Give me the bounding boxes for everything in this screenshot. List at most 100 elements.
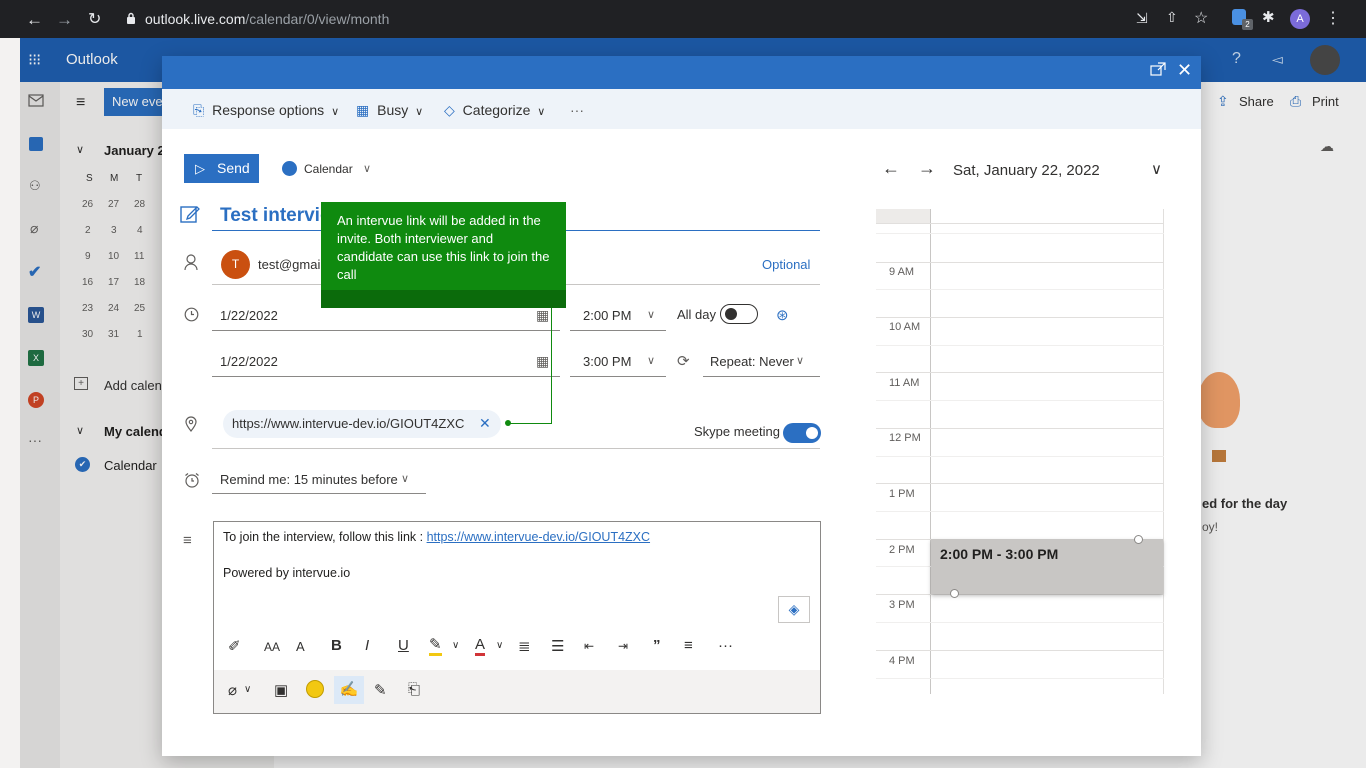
- end-time-input[interactable]: 3:00 PM: [583, 354, 631, 369]
- hour-label: 3 PM: [889, 599, 915, 611]
- highlight-icon[interactable]: ✎: [429, 637, 442, 656]
- grid-line: [876, 428, 1164, 429]
- premium-diamond-icon[interactable]: ◈: [778, 596, 810, 623]
- tooltip-footer: [321, 290, 566, 308]
- categorize-button[interactable]: ◇ Categorize ∨: [444, 100, 545, 120]
- hour-label: 1 PM: [889, 488, 915, 500]
- draw-icon[interactable]: ✎: [374, 681, 387, 699]
- event-resize-handle-bottom[interactable]: [950, 589, 959, 598]
- time-zone-icon[interactable]: ⊛: [776, 306, 789, 324]
- skype-meeting-toggle[interactable]: [783, 423, 821, 443]
- close-icon[interactable]: ✕: [1177, 60, 1192, 81]
- format-toolbar: ✐ AA A B I U ✎ ∨ A ∨ ≣ ☰ ⇤ ⇥ ” ≡ ···: [228, 637, 748, 659]
- underline-icon[interactable]: U: [398, 637, 409, 654]
- grid-half-line: [876, 678, 1164, 679]
- reminder-dropdown[interactable]: Remind me: 15 minutes before: [220, 472, 398, 487]
- hour-label: 10 AM: [889, 321, 921, 333]
- response-options-icon: ⎘: [193, 102, 205, 118]
- bold-icon[interactable]: B: [331, 637, 342, 654]
- response-options-button[interactable]: ⎘ Response options ∨: [193, 100, 339, 120]
- extensions-puzzle-icon[interactable]: ✱: [1262, 8, 1275, 26]
- calendar-selector[interactable]: Calendar: [304, 162, 353, 176]
- end-date-input[interactable]: 1/22/2022: [220, 354, 278, 369]
- send-icon: ▷: [195, 161, 205, 176]
- location-underline: [212, 448, 820, 449]
- tooltip-connector-dot: [505, 420, 511, 426]
- popout-icon[interactable]: [1150, 62, 1166, 76]
- loop-icon[interactable]: ⎗: [408, 681, 420, 698]
- optional-attendees-link[interactable]: Optional: [762, 257, 810, 272]
- start-time-chevron-icon[interactable]: ∨: [647, 308, 655, 321]
- repeat-dropdown[interactable]: Repeat: Never: [710, 354, 794, 369]
- browser-menu-icon[interactable]: ⋮: [1325, 8, 1341, 28]
- font-size-icon[interactable]: AA: [264, 640, 280, 654]
- dialog-titlebar: [162, 56, 1201, 89]
- address-bar[interactable]: outlook.live.com/calendar/0/view/month: [145, 6, 1073, 32]
- meeting-link[interactable]: https://www.intervue-dev.io/GIOUT4ZXC: [427, 530, 650, 544]
- extension-badge-icon[interactable]: 2: [1232, 9, 1253, 30]
- busy-button[interactable]: ▦ Busy ∨: [356, 100, 423, 120]
- italic-icon[interactable]: I: [365, 637, 369, 654]
- grid-line: [876, 317, 1164, 318]
- event-resize-handle-top[interactable]: [1134, 535, 1143, 544]
- end-time-underline: [570, 376, 666, 377]
- end-time-chevron-icon[interactable]: ∨: [647, 354, 655, 367]
- tooltip-connector-vertical: [551, 308, 552, 424]
- start-date-picker-icon[interactable]: ▦: [536, 307, 549, 324]
- all-day-toggle[interactable]: [720, 304, 758, 324]
- event-title-input[interactable]: Test intervie: [220, 205, 331, 227]
- more-options-button[interactable]: ···: [570, 100, 584, 120]
- profile-avatar[interactable]: A: [1290, 9, 1310, 29]
- end-date-picker-icon[interactable]: ▦: [536, 353, 549, 370]
- align-icon[interactable]: ≡: [684, 637, 693, 654]
- notes-icon: ≡: [183, 532, 192, 549]
- grid-line: [876, 483, 1164, 484]
- all-day-toggle-knob: [725, 308, 737, 320]
- all-day-label: All day: [677, 307, 717, 322]
- grid-half-line: [876, 400, 1164, 401]
- forward-icon[interactable]: →: [56, 10, 73, 30]
- highlight-chevron-icon[interactable]: ∨: [452, 640, 459, 651]
- emoji-icon[interactable]: [306, 680, 324, 698]
- next-day-icon[interactable]: →: [918, 158, 936, 179]
- share-page-icon[interactable]: ⇧: [1166, 9, 1178, 26]
- day-view-chevron-icon[interactable]: ∨: [1151, 160, 1162, 178]
- more-formatting-icon[interactable]: ···: [718, 637, 733, 654]
- prev-day-icon[interactable]: ←: [882, 158, 900, 179]
- install-icon[interactable]: ⇲: [1136, 10, 1148, 27]
- repeat-chevron-icon[interactable]: ∨: [796, 354, 804, 367]
- skype-meeting-label: Skype meeting: [694, 424, 780, 439]
- reload-icon[interactable]: ↻: [88, 9, 101, 29]
- send-button[interactable]: ▷ Send: [184, 154, 259, 183]
- body-line-2: Powered by intervue.io: [223, 566, 351, 580]
- bookmark-star-icon[interactable]: ☆: [1194, 8, 1208, 28]
- grow-font-icon[interactable]: A: [296, 639, 305, 654]
- reminder-chevron-icon[interactable]: ∨: [401, 472, 409, 485]
- signature-icon[interactable]: ✍: [334, 676, 364, 704]
- font-color-icon[interactable]: A: [475, 637, 486, 656]
- bullets-icon[interactable]: ≣: [518, 637, 531, 655]
- event-block[interactable]: 2:00 PM - 3:00 PM: [931, 539, 1163, 594]
- quote-icon[interactable]: ”: [653, 637, 661, 654]
- attendee-email[interactable]: test@gmai: [258, 257, 320, 272]
- attach-icon[interactable]: ⌀: [228, 681, 237, 699]
- hour-label: 2 PM: [889, 544, 915, 556]
- attach-chevron-icon[interactable]: ∨: [244, 684, 251, 695]
- increase-indent-icon[interactable]: ⇥: [618, 639, 628, 653]
- remove-location-icon[interactable]: ✕: [479, 415, 491, 432]
- image-icon[interactable]: ▣: [274, 681, 288, 699]
- attendee-avatar: T: [221, 250, 250, 279]
- location-chip[interactable]: https://www.intervue-dev.io/GIOUT4ZXC ✕: [223, 410, 501, 438]
- chevron-down-icon: ∨: [537, 106, 546, 118]
- format-painter-icon[interactable]: ✐: [228, 637, 241, 655]
- back-icon[interactable]: ←: [26, 10, 43, 30]
- font-color-chevron-icon[interactable]: ∨: [496, 640, 503, 651]
- calendar-chevron-icon[interactable]: ∨: [363, 162, 371, 175]
- grid-line: [876, 594, 1164, 595]
- numbering-icon[interactable]: ☰: [551, 637, 564, 655]
- decrease-indent-icon[interactable]: ⇤: [584, 639, 594, 653]
- clock-icon: [184, 307, 199, 322]
- start-date-input[interactable]: 1/22/2022: [220, 308, 278, 323]
- grid-half-line: [876, 511, 1164, 512]
- start-time-input[interactable]: 2:00 PM: [583, 308, 631, 323]
